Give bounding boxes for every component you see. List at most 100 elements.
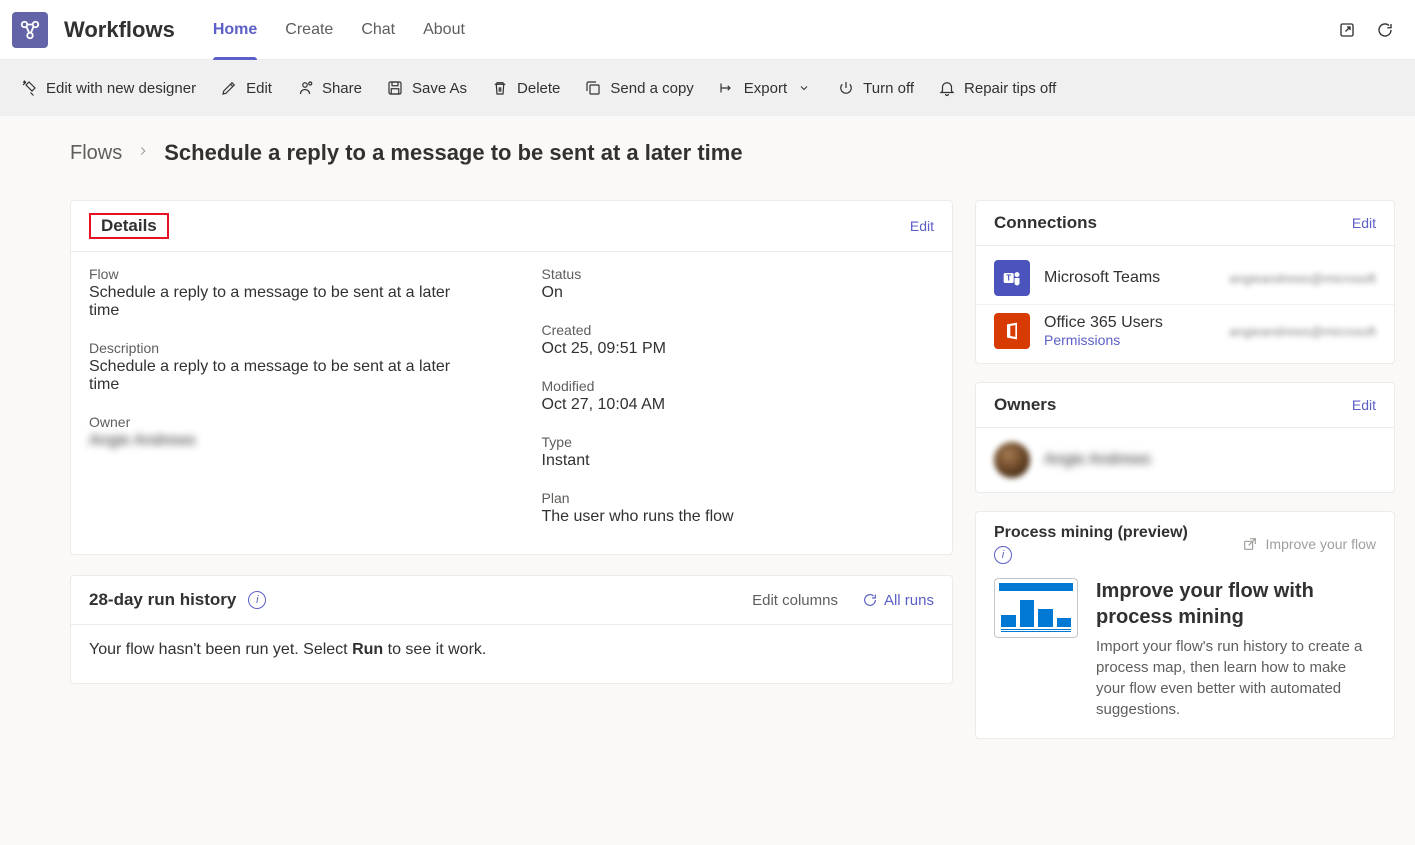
breadcrumb: Flows Schedule a reply to a message to b… — [0, 116, 1415, 178]
connection-item[interactable]: T Microsoft Teams angieandrews@microsoft — [976, 252, 1394, 305]
owners-edit-link[interactable]: Edit — [1352, 397, 1376, 413]
share-button[interactable]: Share — [296, 79, 362, 97]
owners-card: Owners Edit Angie Andrews — [975, 382, 1395, 493]
run-history-header: 28-day run history i Edit columns All ru… — [71, 576, 952, 624]
save-as-button[interactable]: Save As — [386, 79, 467, 97]
all-runs-link[interactable]: All runs — [862, 592, 934, 609]
svg-text:T: T — [1006, 273, 1011, 283]
connection-item[interactable]: Office 365 Users Permissions angieandrew… — [976, 305, 1394, 357]
field-plan: Plan The user who runs the flow — [542, 490, 935, 526]
breadcrumb-root[interactable]: Flows — [70, 142, 122, 165]
field-type: Type Instant — [542, 434, 935, 470]
empty-text-pre: Your flow hasn't been run yet. Select — [89, 641, 352, 658]
field-owner: Owner Angie Andrews — [89, 414, 482, 450]
connections-card: Connections Edit T Microsoft Teams angie… — [975, 200, 1395, 364]
content: Details Edit Flow Schedule a reply to a … — [0, 178, 1415, 759]
connection-text: Microsoft Teams — [1044, 269, 1160, 287]
app-logo — [12, 12, 48, 48]
process-mining-card: Process mining (preview) i Improve your … — [975, 511, 1395, 739]
desc-value: Schedule a reply to a message to be sent… — [89, 358, 482, 394]
open-icon — [1242, 536, 1258, 552]
details-header: Details Edit — [71, 201, 952, 252]
modified-value: Oct 27, 10:04 AM — [542, 396, 935, 414]
created-value: Oct 25, 09:51 PM — [542, 340, 935, 358]
owner-value: Angie Andrews — [89, 432, 482, 450]
chevron-down-icon — [795, 79, 813, 97]
edit-new-designer-button[interactable]: Edit with new designer — [20, 79, 196, 97]
process-mining-body: Improve your flow with process mining Im… — [976, 568, 1394, 738]
left-column: Details Edit Flow Schedule a reply to a … — [70, 200, 953, 684]
owner-name: Angie Andrews — [1044, 451, 1151, 469]
cmd-label: Edit — [246, 80, 272, 97]
export-button[interactable]: Export — [718, 79, 813, 97]
edit-button[interactable]: Edit — [220, 79, 272, 97]
details-title-highlight: Details — [89, 213, 169, 239]
type-value: Instant — [542, 452, 935, 470]
modified-label: Modified — [542, 378, 935, 394]
connections-title: Connections — [994, 213, 1097, 233]
connection-account: angieandrews@microsoft — [1229, 324, 1376, 339]
popout-icon[interactable] — [1337, 20, 1357, 40]
details-card: Details Edit Flow Schedule a reply to a … — [70, 200, 953, 555]
tab-home[interactable]: Home — [199, 0, 271, 60]
process-mining-title: Process mining (preview) — [994, 524, 1188, 542]
details-col-left: Flow Schedule a reply to a message to be… — [89, 266, 482, 526]
app-header: Workflows Home Create Chat About — [0, 0, 1415, 60]
office-icon — [994, 313, 1030, 349]
edit-columns-link[interactable]: Edit columns — [752, 592, 838, 609]
process-mining-heading: Improve your flow with process mining — [1096, 578, 1376, 630]
run-history-title: 28-day run history — [89, 590, 236, 610]
run-history-card: 28-day run history i Edit columns All ru… — [70, 575, 953, 684]
owners-header: Owners Edit — [976, 383, 1394, 428]
details-col-right: Status On Created Oct 25, 09:51 PM Modif… — [542, 266, 935, 526]
export-icon — [718, 79, 736, 97]
bell-icon — [938, 79, 956, 97]
process-mining-desc: Import your flow's run history to create… — [1096, 636, 1376, 720]
tab-create[interactable]: Create — [271, 0, 347, 60]
tab-chat[interactable]: Chat — [347, 0, 409, 60]
refresh-icon — [862, 592, 878, 608]
created-label: Created — [542, 322, 935, 338]
info-icon[interactable]: i — [248, 591, 266, 609]
pencil-icon — [220, 79, 238, 97]
info-icon[interactable]: i — [994, 546, 1012, 564]
empty-text-bold: Run — [352, 641, 383, 658]
type-label: Type — [542, 434, 935, 450]
turn-off-button[interactable]: Turn off — [837, 79, 914, 97]
workflows-icon — [19, 19, 41, 41]
field-status: Status On — [542, 266, 935, 302]
command-bar: Edit with new designer Edit Share Save A… — [0, 60, 1415, 116]
field-flow: Flow Schedule a reply to a message to be… — [89, 266, 482, 320]
field-modified: Modified Oct 27, 10:04 AM — [542, 378, 935, 414]
repair-tips-button[interactable]: Repair tips off — [938, 79, 1056, 97]
refresh-icon[interactable] — [1375, 20, 1395, 40]
cmd-label: Repair tips off — [964, 80, 1056, 97]
connections-header: Connections Edit — [976, 201, 1394, 246]
status-label: Status — [542, 266, 935, 282]
connection-name: Microsoft Teams — [1044, 269, 1160, 287]
send-copy-button[interactable]: Send a copy — [584, 79, 693, 97]
field-created: Created Oct 25, 09:51 PM — [542, 322, 935, 358]
owner-label: Owner — [89, 414, 482, 430]
flow-value: Schedule a reply to a message to be sent… — [89, 284, 482, 320]
cmd-label: Export — [744, 80, 787, 97]
desc-label: Description — [89, 340, 482, 356]
owner-item[interactable]: Angie Andrews — [976, 428, 1394, 492]
improve-flow-link[interactable]: Improve your flow — [1242, 536, 1376, 553]
save-icon — [386, 79, 404, 97]
plan-label: Plan — [542, 490, 935, 506]
all-runs-label: All runs — [884, 592, 934, 609]
copy-icon — [584, 79, 602, 97]
process-mining-text: Improve your flow with process mining Im… — [1096, 578, 1376, 720]
share-icon — [296, 79, 314, 97]
cmd-label: Delete — [517, 80, 560, 97]
connection-name: Office 365 Users — [1044, 314, 1163, 332]
status-value: On — [542, 284, 935, 302]
connections-edit-link[interactable]: Edit — [1352, 215, 1376, 231]
delete-button[interactable]: Delete — [491, 79, 560, 97]
app-title: Workflows — [64, 17, 175, 43]
tab-about[interactable]: About — [409, 0, 479, 60]
details-edit-link[interactable]: Edit — [910, 218, 934, 234]
connection-text: Office 365 Users Permissions — [1044, 314, 1163, 348]
connection-permissions-link[interactable]: Permissions — [1044, 332, 1163, 348]
